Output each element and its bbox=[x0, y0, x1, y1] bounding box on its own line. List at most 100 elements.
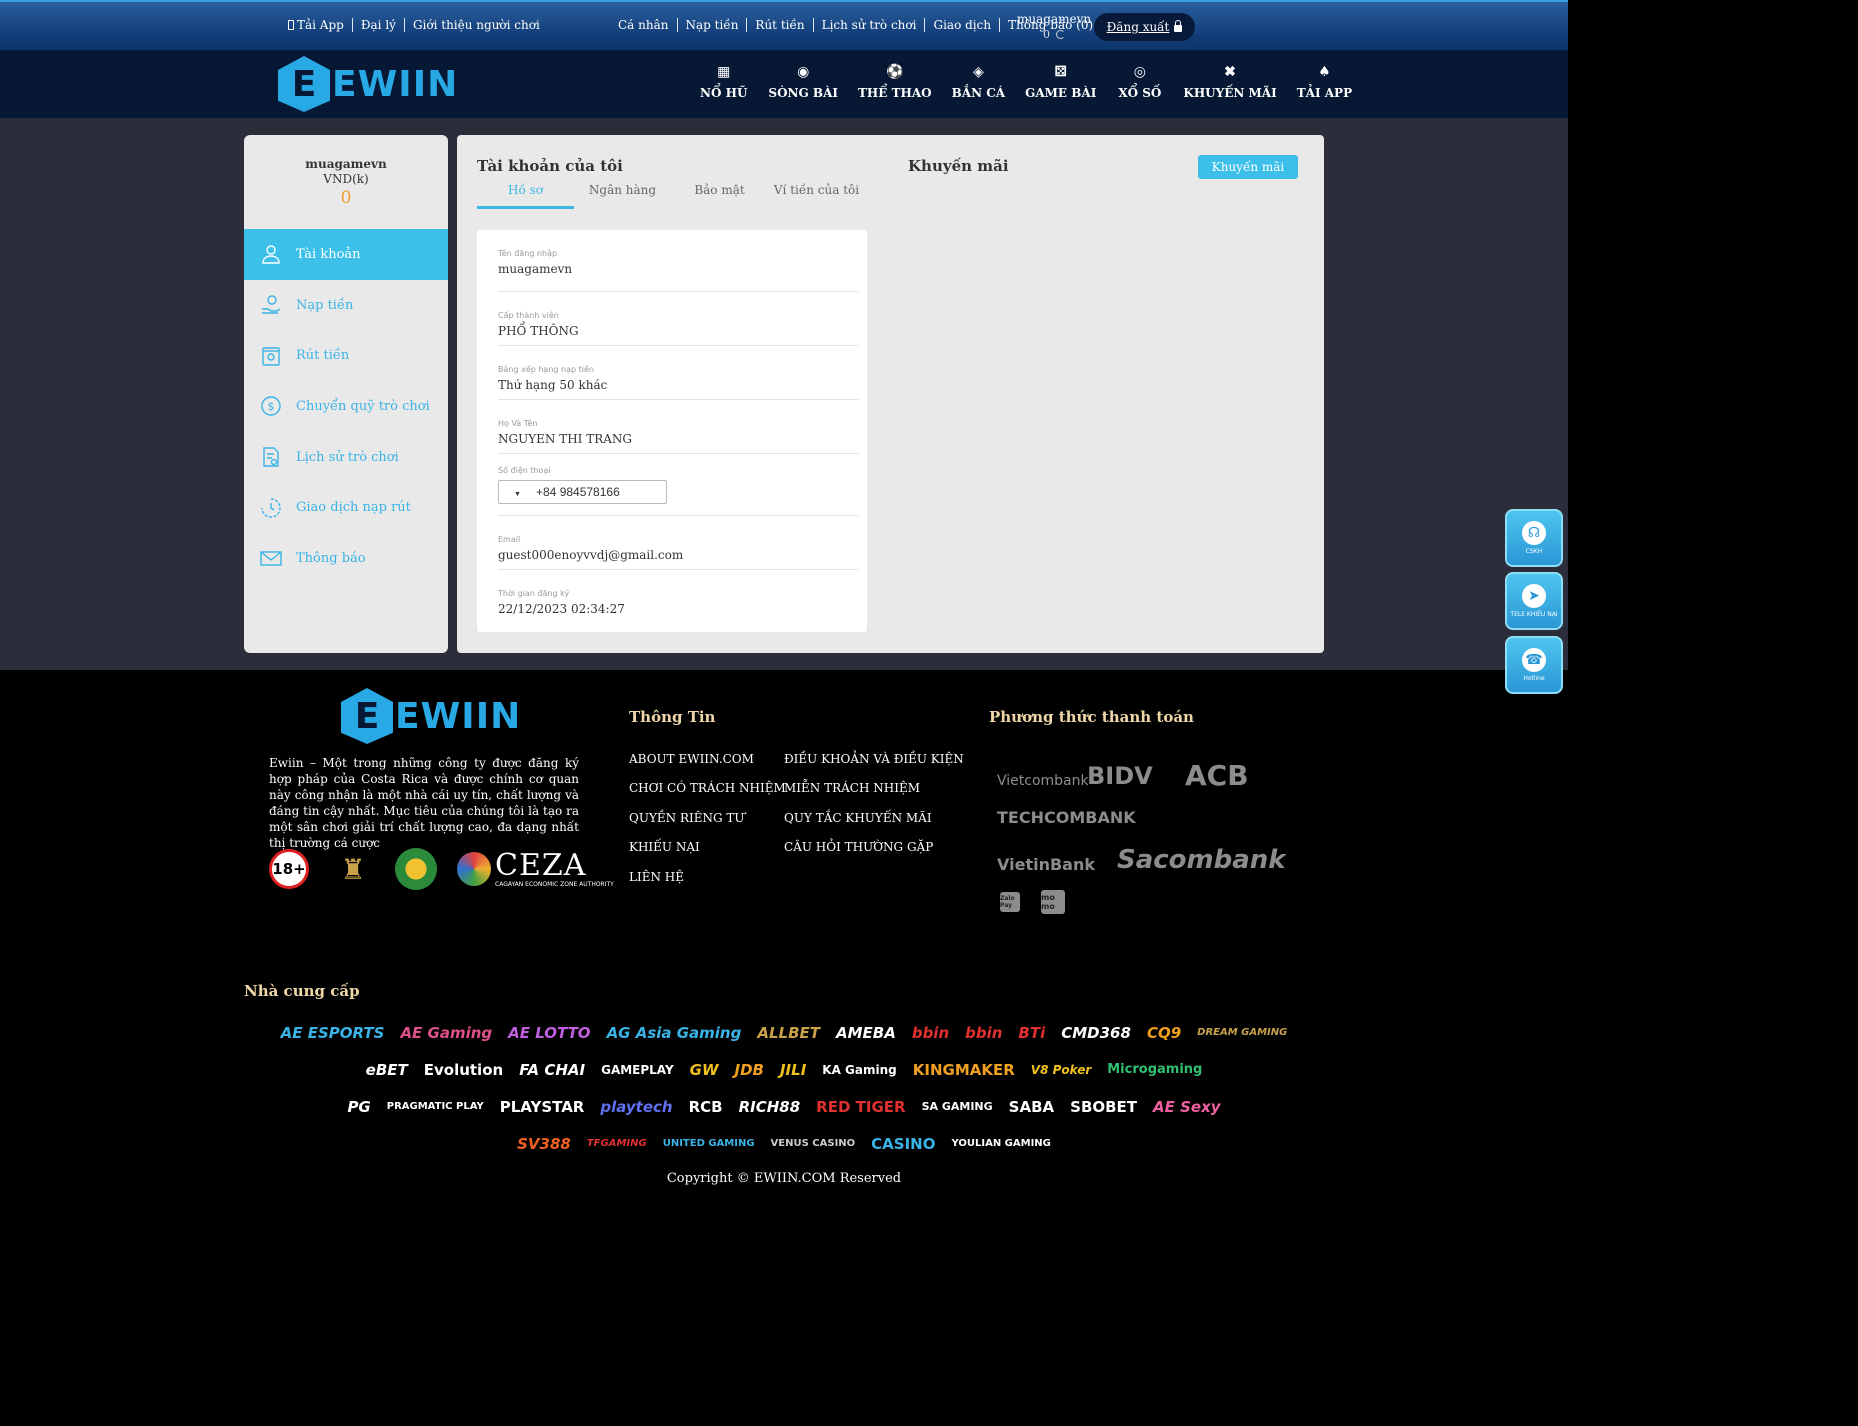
phone-input[interactable]: ▼ +84 984578166 bbox=[498, 480, 667, 504]
sidebar-item-withdraw[interactable]: Rút tiền bbox=[244, 330, 448, 381]
provider-logo: Evolution bbox=[423, 1060, 504, 1079]
bank-logo-acb: ACB bbox=[1185, 759, 1249, 792]
history-doc-icon bbox=[260, 446, 282, 468]
top-link-game-history[interactable]: Lịch sử trò chơi bbox=[822, 18, 917, 32]
provider-row: eBET Evolution FA CHAI GAMEPLAY GW JDB J… bbox=[254, 1051, 1314, 1088]
provider-logo: AE ESPORTS bbox=[280, 1023, 385, 1042]
tab-wallet[interactable]: Ví tiền của tôi bbox=[768, 183, 865, 209]
account-tabs: Hồ sơ Ngân hàng Bảo mật Ví tiền của tôi bbox=[477, 183, 865, 209]
logo-hex: E bbox=[341, 688, 393, 744]
ceza-sun-icon bbox=[457, 852, 491, 886]
telegram-icon: ➤ bbox=[1522, 584, 1546, 608]
provider-logo: CMD368 bbox=[1061, 1023, 1131, 1042]
nav-item-lottery[interactable]: ◎ XỔ SỐ bbox=[1118, 64, 1161, 100]
bank-logo-techcombank: TECHCOMBANK bbox=[997, 808, 1136, 827]
nav-item-promotions[interactable]: ✖ KHUYẾN MÃI bbox=[1183, 64, 1276, 100]
provider-row: SV388 TFGAMING UNITED GAMING VENUS CASIN… bbox=[254, 1125, 1314, 1162]
nav-item-card-games[interactable]: ⚄ GAME BÀI bbox=[1025, 64, 1096, 100]
top-link-withdraw[interactable]: Rút tiền bbox=[755, 18, 804, 32]
sidebar-item-label: Thông báo bbox=[296, 550, 366, 566]
field-register-time: Thời gian đăng ký 22/12/2023 02:34:27 bbox=[498, 570, 859, 624]
logout-button[interactable]: Đăng xuất bbox=[1094, 13, 1195, 41]
providers-title: Nhà cung cấp bbox=[244, 982, 360, 1000]
provider-logo: FA CHAI bbox=[519, 1060, 586, 1079]
sidebar-item-account[interactable]: Tài khoản bbox=[244, 229, 448, 280]
info-title: Thông Tin bbox=[629, 708, 716, 726]
footer-link[interactable]: LIÊN HỆ bbox=[629, 870, 684, 884]
nav-item-sports[interactable]: ⚽ THỂ THAO bbox=[858, 64, 932, 100]
float-support-button[interactable]: ☊ CSKH bbox=[1505, 509, 1563, 567]
provider-logo: GW bbox=[689, 1060, 719, 1079]
top-bar: Tải App Đại lý Giới thiệu người chơi Cá … bbox=[0, 0, 1568, 50]
nav-items: ▦ NỔ HŨ ◉ SÒNG BÀI ⚽ THỂ THAO ◈ BẮN CÁ ⚄ GAME… bbox=[700, 64, 1372, 100]
top-link-referral[interactable]: Giới thiệu người chơi bbox=[413, 18, 540, 32]
footer-link[interactable]: KHIẾU NẠI bbox=[629, 840, 700, 854]
nav-item-fishing[interactable]: ◈ BẮN CÁ bbox=[952, 64, 1005, 100]
brand-logo[interactable]: E EWIIN bbox=[278, 56, 458, 112]
tab-security[interactable]: Bảo mật bbox=[671, 183, 768, 209]
provider-logo: AMEBA bbox=[836, 1023, 896, 1042]
copyright: Copyright © EWIIN.COM Reserved bbox=[666, 1171, 902, 1186]
sidebar-item-transfer[interactable]: $ Chuyển quỹ trò chơi bbox=[244, 381, 448, 432]
bank-logo-vietinbank: VietinBank bbox=[997, 855, 1095, 874]
footer-link[interactable]: QUYỀN RIÊNG TƯ bbox=[629, 811, 745, 825]
sidebar-item-game-history[interactable]: Lịch sử trò chơi bbox=[244, 432, 448, 483]
footer-link[interactable]: ĐIỀU KHOẢN VÀ ĐIỀU KIỆN bbox=[784, 752, 964, 766]
tab-bank[interactable]: Ngân hàng bbox=[574, 183, 671, 209]
field-value: guest000enoyvvdj@gmail.com bbox=[498, 548, 684, 562]
footer-link[interactable]: CHƠI CÓ TRÁCH NHIỆM bbox=[629, 781, 786, 795]
sidebar-item-transactions[interactable]: Giao dịch nạp rút bbox=[244, 482, 448, 533]
field-value: Thứ hạng 50 khác bbox=[498, 378, 608, 392]
field-label: Số điện thoại bbox=[498, 466, 551, 475]
provider-logo: PLAYSTAR bbox=[499, 1097, 585, 1116]
footer-link[interactable]: CÂU HỎI THƯỜNG GẶP bbox=[784, 840, 933, 854]
footer-description: Ewiin – Một trong những công ty được đăn… bbox=[269, 756, 579, 850]
top-link-app[interactable]: Tải App bbox=[288, 18, 344, 32]
phone-icon: ☎ bbox=[1522, 648, 1546, 672]
field-value: 22/12/2023 02:34:27 bbox=[498, 602, 625, 616]
provider-logo: AE Gaming bbox=[400, 1023, 493, 1042]
sidebar-item-deposit[interactable]: Nạp tiền bbox=[244, 280, 448, 331]
tab-profile[interactable]: Hồ sơ bbox=[477, 183, 574, 209]
mobile-phone-icon bbox=[288, 20, 294, 30]
float-telegram-button[interactable]: ➤ TELE KHIẾU NẠI bbox=[1505, 572, 1563, 630]
field-value: NGUYEN THI TRANG bbox=[498, 432, 633, 446]
refresh-icon[interactable] bbox=[1056, 30, 1066, 39]
footer-link[interactable]: QUY TẮC KHUYẾN MÃI bbox=[784, 811, 932, 825]
pagcor-logo-icon bbox=[395, 848, 437, 890]
top-link-transactions[interactable]: Giao dịch bbox=[933, 18, 991, 32]
separator bbox=[351, 18, 353, 32]
provider-logo: DREAM GAMING bbox=[1197, 1027, 1288, 1038]
top-link-deposit[interactable]: Nạp tiền bbox=[686, 18, 739, 32]
provider-logo: UNITED GAMING bbox=[662, 1138, 755, 1149]
nav-item-slots[interactable]: ▦ NỔ HŨ bbox=[700, 64, 747, 100]
provider-logo: TFGAMING bbox=[586, 1138, 647, 1149]
user-balance-box: muagamevn 0 bbox=[1017, 12, 1091, 42]
sidebar-item-notifications[interactable]: Thông báo bbox=[244, 533, 448, 584]
country-dropdown-icon[interactable]: ▼ bbox=[499, 487, 536, 498]
top-link-profile[interactable]: Cá nhân bbox=[618, 18, 669, 32]
separator bbox=[924, 18, 926, 32]
separator bbox=[403, 18, 405, 32]
footer-link[interactable]: MIỄN TRÁCH NHIỆM bbox=[784, 781, 920, 795]
provider-row: AE ESPORTS AE Gaming AE LOTTO AG Asia Ga… bbox=[254, 1014, 1314, 1051]
provider-logo: SV388 bbox=[517, 1134, 571, 1153]
main-area: muagamevn VND(k) 0 Tài khoản Nạp tiền Rú… bbox=[0, 118, 1568, 670]
provider-logo: playtech bbox=[600, 1097, 673, 1116]
top-link-agent[interactable]: Đại lý bbox=[361, 18, 396, 32]
logo-hex: E bbox=[278, 56, 330, 112]
footer-link[interactable]: ABOUT EWIIN.COM bbox=[629, 752, 754, 766]
field-deposit-rank: Bảng xếp hạng nạp tiền Thứ hạng 50 khác bbox=[498, 346, 859, 400]
provider-logo: PG bbox=[347, 1097, 371, 1116]
provider-logo: ALLBET bbox=[757, 1023, 820, 1042]
fish-icon: ◈ bbox=[972, 64, 984, 80]
field-fullname: Họ Và Tên NGUYEN THI TRANG bbox=[498, 400, 859, 454]
isle-of-man-emblem-icon: ♜ bbox=[340, 852, 366, 886]
provider-logo: SBOBET bbox=[1070, 1097, 1138, 1116]
provider-logo: AE LOTTO bbox=[508, 1023, 591, 1042]
provider-logo: CASINO bbox=[871, 1134, 936, 1153]
nav-item-download-app[interactable]: ♠ TẢI APP bbox=[1297, 64, 1352, 100]
promo-button[interactable]: Khuyến mãi bbox=[1198, 155, 1298, 179]
float-hotline-button[interactable]: ☎ Hotline bbox=[1505, 636, 1563, 694]
nav-item-casino[interactable]: ◉ SÒNG BÀI bbox=[768, 64, 838, 100]
